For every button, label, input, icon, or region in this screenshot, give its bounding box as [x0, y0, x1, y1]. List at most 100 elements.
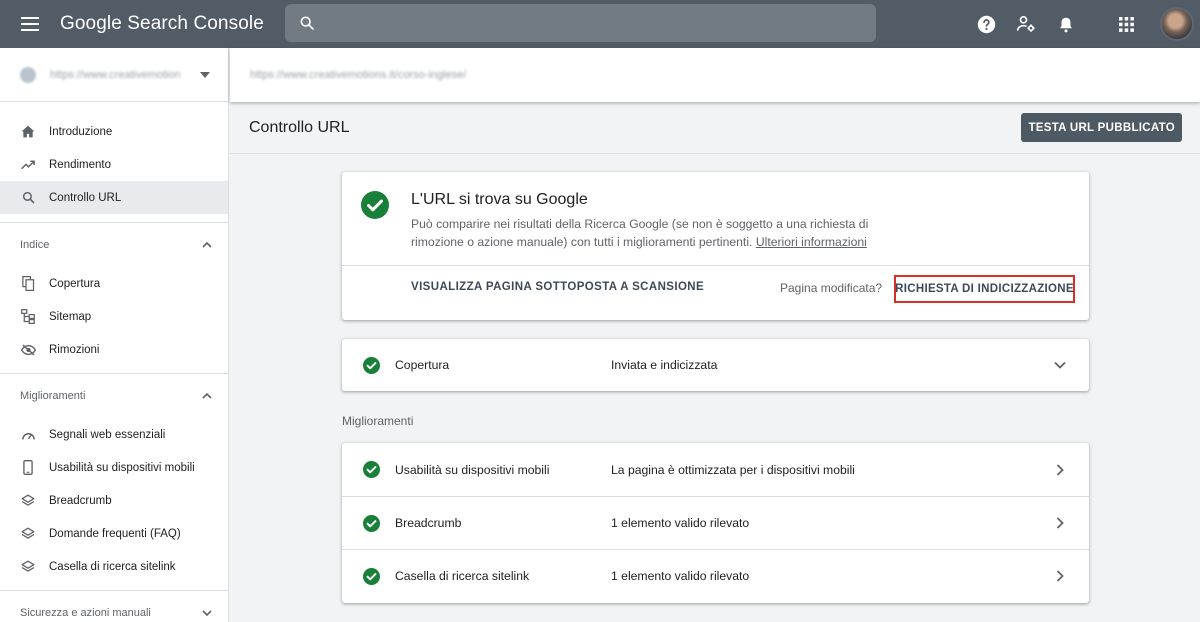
status-actions: VISUALIZZA PAGINA SOTTOPOSTA A SCANSIONE… [342, 266, 1089, 319]
property-selector[interactable]: https://www.creativemotions.it/ [0, 48, 228, 102]
logo-google-text: Google [60, 13, 122, 34]
enhancement-value: 1 elemento valido rilevato [611, 516, 750, 530]
person-gear-icon [1016, 16, 1035, 32]
sidebar-item-label: Rendimento [49, 158, 112, 171]
open-detail-button[interactable] [1053, 516, 1067, 530]
search-icon [300, 16, 314, 30]
sidebar-item-label: Copertura [49, 277, 101, 290]
page-title: Controllo URL [249, 118, 350, 136]
search-input[interactable] [325, 4, 876, 42]
coverage-card: Copertura Inviata e indicizzata [342, 339, 1089, 391]
status-title: L'URL si trova su Google [411, 191, 588, 208]
sidebar-item-core-web-vitals[interactable]: Segnali web essenziali [0, 418, 228, 451]
layers-icon [21, 560, 35, 572]
main-nav: Introduzione Rendimento Controllo URL [0, 102, 228, 223]
users-settings-button[interactable] [1006, 4, 1046, 44]
enhancement-row-breadcrumb[interactable]: Breadcrumb 1 elemento valido rilevato [342, 496, 1089, 549]
sidebar-item-breadcrumb[interactable]: Breadcrumb [0, 484, 228, 517]
property-url: https://www.creativemotions.it/ [50, 68, 180, 81]
sidebar-item-mobile-usability[interactable]: Usabilità su dispositivi mobili [0, 451, 228, 484]
sidebar-item-sitelinks-searchbox[interactable]: Casella di ricerca sitelink [0, 550, 228, 583]
enhancements-heading: Miglioramenti [342, 414, 414, 428]
sidebar-section-enhancements: Miglioramenti Segnali web essenziali Usa… [0, 374, 228, 591]
enhancement-label: Casella di ricerca sitelink [395, 569, 530, 583]
sidebar-item-label: Casella di ricerca sitelink [49, 560, 176, 573]
app-logo[interactable]: Google Search Console [60, 13, 285, 35]
inspected-url-bar[interactable]: https://www.creativemotions.it/corso-ing… [230, 48, 1200, 102]
open-detail-button[interactable] [1053, 569, 1067, 583]
eye-off-icon [20, 343, 36, 356]
section-title: Indice [20, 239, 50, 251]
sitemap-icon [21, 309, 35, 324]
sidebar-item-label: Usabilità su dispositivi mobili [49, 461, 195, 474]
chevron-down-icon [1054, 361, 1066, 369]
help-icon [977, 15, 995, 33]
sidebar-item-removals[interactable]: Rimozioni [0, 333, 228, 366]
chevron-right-icon [1056, 570, 1064, 582]
search-icon [22, 191, 34, 204]
chevron-right-icon [1056, 463, 1064, 476]
speedometer-icon [21, 432, 35, 439]
section-header-index[interactable]: Indice [0, 223, 228, 267]
learn-more-link[interactable]: Ulteriori informazioni [756, 235, 867, 249]
enhancement-value: 1 elemento valido rilevato [611, 569, 750, 583]
enhancement-row-sitelinks-searchbox[interactable]: Casella di ricerca sitelink 1 elemento v… [342, 549, 1089, 602]
sidebar-item-introduction[interactable]: Introduzione [0, 115, 228, 148]
section-title: Sicurezza e azioni manuali [20, 607, 151, 619]
status-summary: L'URL si trova su Google Può comparire n… [342, 172, 1089, 266]
section-header-enhancements[interactable]: Miglioramenti [0, 374, 228, 418]
page-header: Controllo URL TESTA URL PUBBLICATO [230, 102, 1200, 154]
top-actions [966, 0, 1200, 48]
chevron-down-icon [202, 610, 212, 616]
sidebar-item-label: Rimozioni [49, 343, 100, 356]
main-menu-button[interactable] [0, 0, 60, 48]
check-circle-icon [363, 356, 380, 374]
chevron-right-icon [1056, 517, 1064, 529]
copy-icon [21, 276, 34, 291]
expand-button[interactable] [1053, 358, 1067, 372]
view-crawled-page-button[interactable]: VISUALIZZA PAGINA SOTTOPOSTA A SCANSIONE [411, 281, 704, 293]
enhancement-row-mobile-usability[interactable]: Usabilità su dispositivi mobili La pagin… [342, 443, 1089, 496]
account-avatar[interactable] [1160, 7, 1194, 41]
sidebar-item-label: Introduzione [49, 125, 113, 138]
coverage-row[interactable]: Copertura Inviata e indicizzata [342, 339, 1089, 391]
open-detail-button[interactable] [1053, 463, 1067, 477]
status-description: Può comparire nei risultati della Ricerc… [411, 215, 891, 251]
sidebar-item-coverage[interactable]: Copertura [0, 267, 228, 300]
enhancement-label: Breadcrumb [395, 516, 462, 530]
search-bar[interactable] [285, 4, 876, 42]
check-circle-icon [363, 514, 380, 532]
sidebar-item-url-inspection[interactable]: Controllo URL [0, 181, 228, 214]
section-header-security[interactable]: Sicurezza e azioni manuali [0, 591, 228, 622]
url-status-card: L'URL si trova su Google Può comparire n… [342, 172, 1089, 320]
coverage-label: Copertura [395, 358, 450, 372]
trending-up-icon [20, 160, 35, 169]
sidebar-item-label: Breadcrumb [49, 494, 112, 507]
inspected-url: https://www.creativemotions.it/corso-ing… [250, 69, 467, 81]
help-button[interactable] [966, 4, 1006, 44]
enhancements-card: Usabilità su dispositivi mobili La pagin… [342, 443, 1089, 603]
sidebar-item-faq[interactable]: Domande frequenti (FAQ) [0, 517, 228, 550]
section-title: Miglioramenti [20, 390, 86, 402]
top-app-bar: Google Search Console [0, 0, 1200, 48]
sidebar-item-label: Domande frequenti (FAQ) [49, 527, 181, 540]
notifications-button[interactable] [1046, 4, 1086, 44]
chevron-up-icon [202, 393, 212, 399]
test-live-url-button[interactable]: TESTA URL PUBBLICATO [1021, 113, 1182, 142]
sidebar-item-label: Segnali web essenziali [49, 428, 166, 441]
enhancement-value: La pagina è ottimizzata per i dispositiv… [611, 462, 855, 477]
request-indexing-button[interactable]: RICHIESTA DI INDICIZZAZIONE [894, 275, 1075, 303]
sidebar-item-performance[interactable]: Rendimento [0, 148, 228, 181]
phone-icon [23, 460, 33, 475]
check-circle-icon [363, 461, 380, 478]
check-circle-icon [361, 191, 389, 219]
sidebar-item-sitemap[interactable]: Sitemap [0, 300, 228, 333]
page-modified-label: Pagina modificata? [780, 281, 883, 295]
bell-icon [1060, 17, 1072, 32]
chevron-up-icon [202, 242, 212, 248]
check-circle-icon [363, 567, 380, 585]
enhancement-label: Usabilità su dispositivi mobili [395, 462, 550, 477]
apps-button[interactable] [1106, 4, 1146, 44]
coverage-value: Inviata e indicizzata [611, 358, 718, 372]
logo-product-text: Search Console [127, 13, 264, 34]
